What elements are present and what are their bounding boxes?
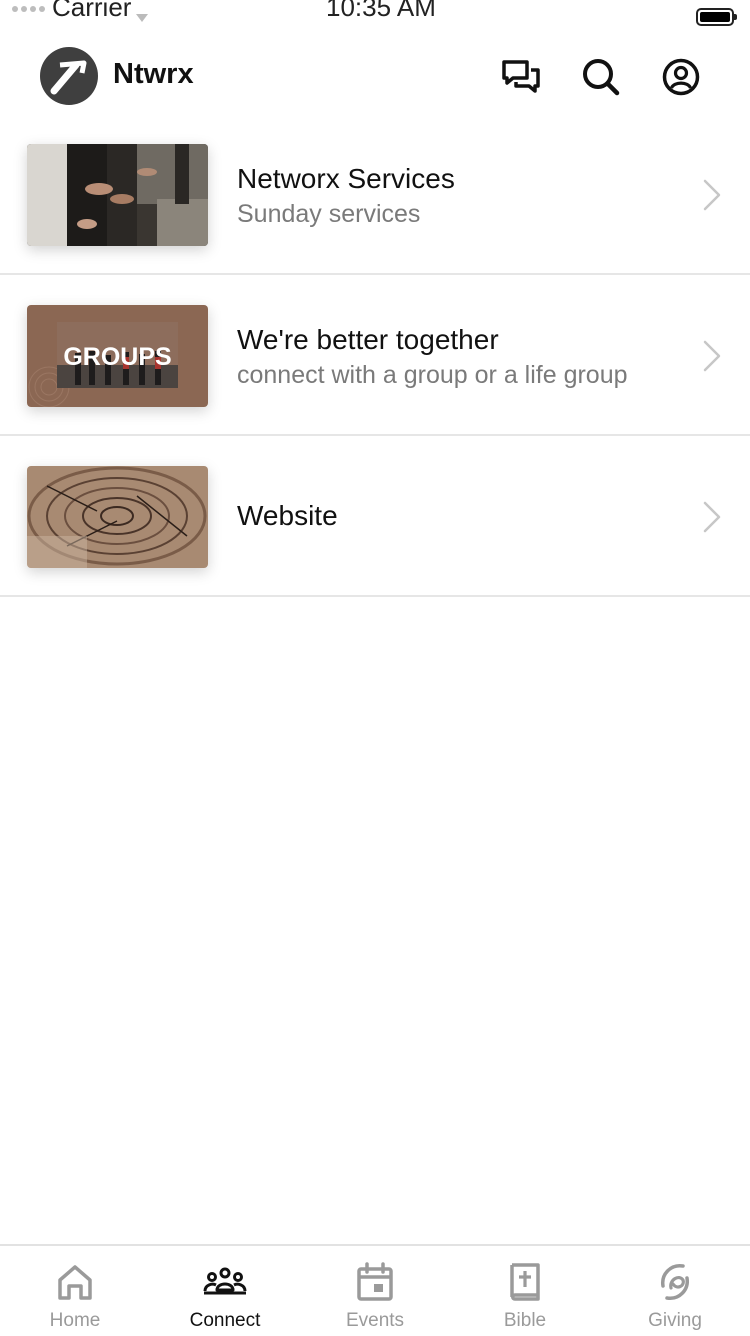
tab-label: Connect	[189, 1310, 261, 1331]
chat-icon[interactable]	[500, 56, 542, 98]
app-logo[interactable]	[40, 47, 98, 105]
chevron-right-icon	[703, 179, 721, 211]
tab-connect[interactable]: Connect	[150, 1246, 300, 1336]
list-item-networx-services[interactable]: Networx Services Sunday services	[0, 114, 750, 275]
profile-icon[interactable]	[660, 56, 702, 98]
row-title: Website	[237, 500, 338, 531]
list-item-website[interactable]: Website	[0, 436, 750, 597]
groups-thumb-text: GROUPS	[63, 343, 171, 371]
search-icon[interactable]	[580, 56, 622, 98]
tab-bible[interactable]: Bible	[450, 1246, 600, 1336]
tab-label: Events	[345, 1310, 405, 1331]
tab-events[interactable]: Events	[300, 1246, 450, 1336]
wifi-icon	[136, 14, 148, 22]
row-title: We're better together	[237, 324, 499, 355]
carrier-label: Carrier	[52, 0, 132, 22]
services-thumbnail	[27, 144, 208, 246]
signal-icon	[12, 6, 45, 12]
groups-thumbnail: GROUPS	[27, 305, 208, 407]
tab-bar: Home Connect Events Bible Giving	[0, 1244, 750, 1336]
list-item-groups[interactable]: GROUPS We're better together connect wit…	[0, 275, 750, 436]
app-header: Ntwrx	[0, 40, 750, 114]
row-title: Networx Services	[237, 163, 455, 194]
calendar-icon	[357, 1262, 393, 1301]
row-subtitle: Sunday services	[237, 200, 421, 228]
clock: 10:35 AM	[326, 0, 436, 22]
row-subtitle: connect with a group or a life group	[237, 361, 628, 389]
tab-giving[interactable]: Giving	[600, 1246, 750, 1336]
tab-label: Home	[49, 1310, 101, 1331]
tab-home[interactable]: Home	[0, 1246, 150, 1336]
home-icon	[58, 1265, 92, 1300]
app-title: Ntwrx	[113, 58, 194, 90]
status-bar: Carrier 10:35 AM	[0, 0, 750, 34]
chevron-right-icon	[703, 501, 721, 533]
battery-icon	[696, 8, 737, 26]
chevron-right-icon	[703, 340, 721, 372]
people-icon	[203, 1267, 247, 1295]
content-list: Networx Services Sunday services GROUPS …	[0, 114, 750, 597]
bible-icon	[510, 1263, 540, 1301]
tab-label: Bible	[503, 1310, 547, 1331]
giving-icon	[661, 1264, 689, 1300]
tab-label: Giving	[648, 1310, 702, 1331]
website-thumbnail	[27, 466, 208, 568]
